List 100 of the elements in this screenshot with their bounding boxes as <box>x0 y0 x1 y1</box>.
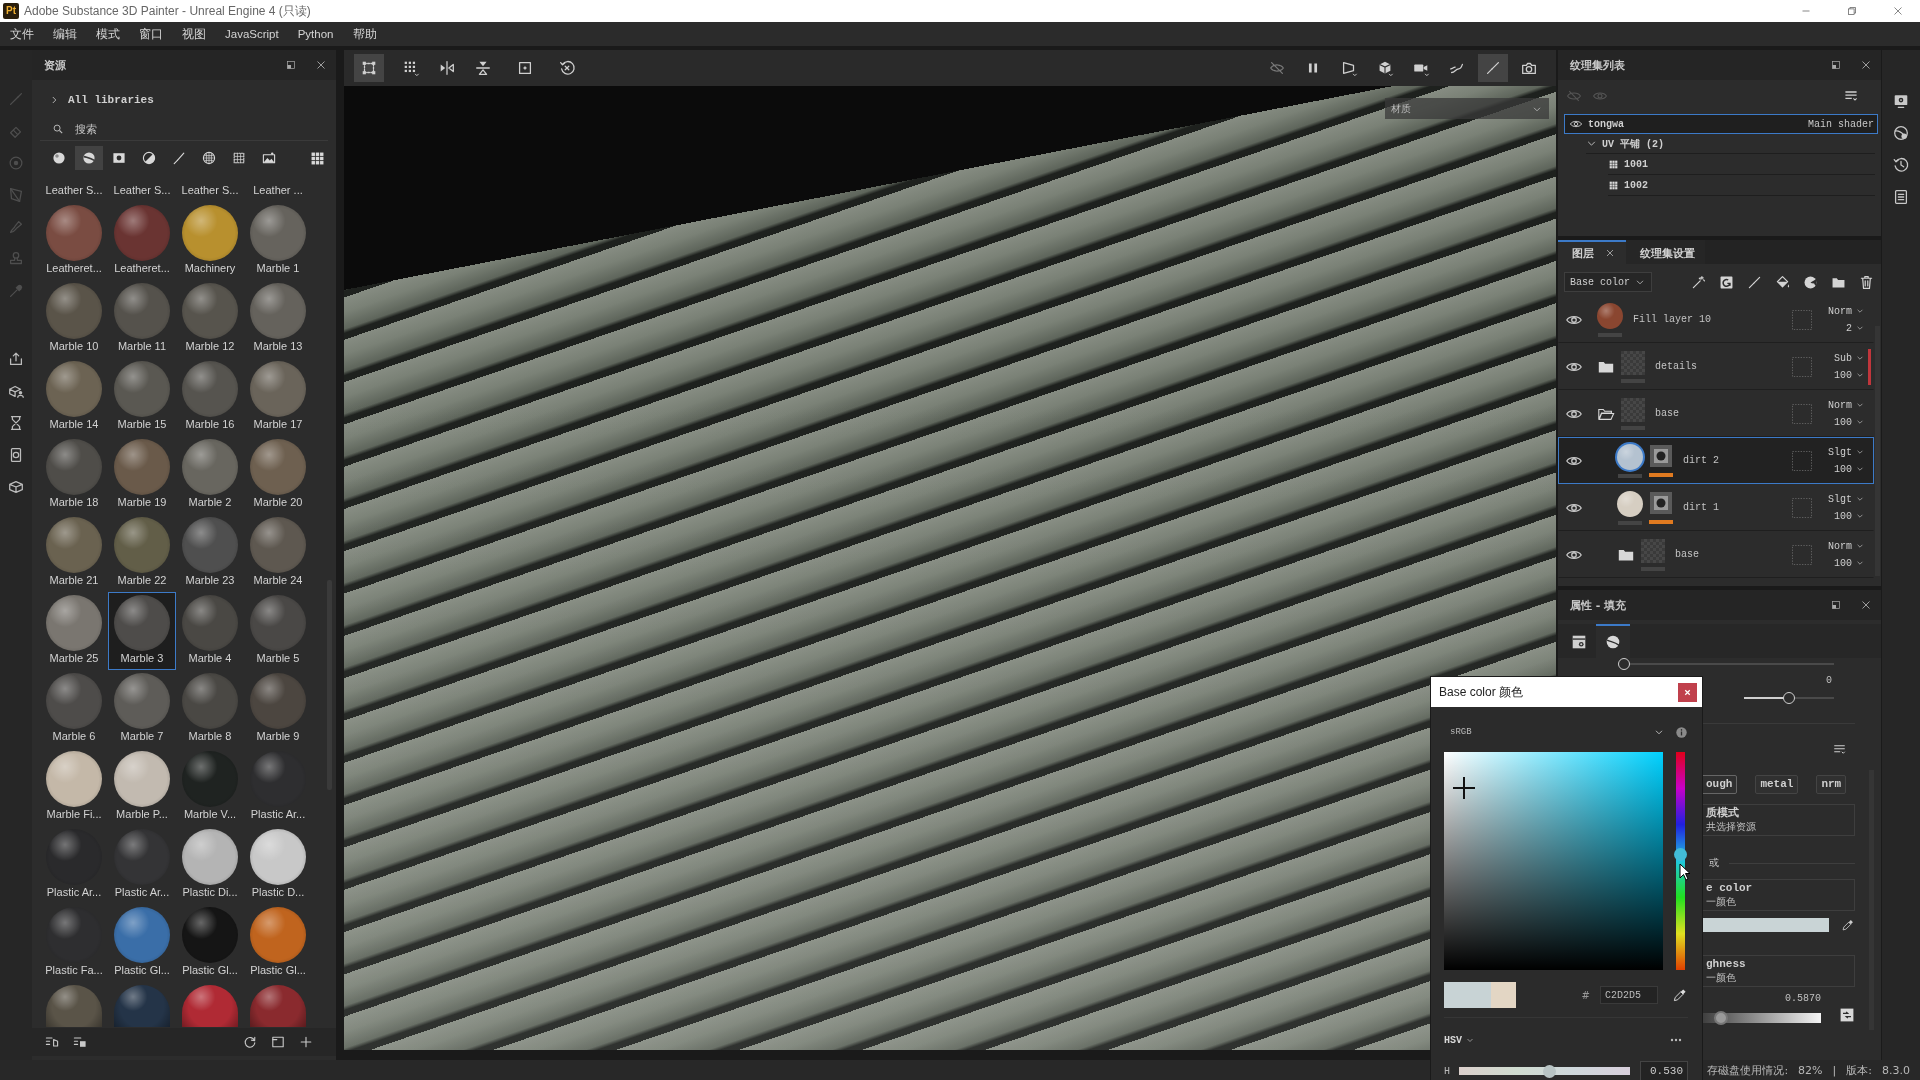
opacity-dropdown[interactable]: 100 <box>1834 557 1864 569</box>
color-swatch[interactable] <box>1701 918 1829 932</box>
material-tile[interactable]: Marble 7 <box>108 670 176 748</box>
material-tile[interactable]: Plastic Ar... <box>40 826 108 904</box>
color-space-dropdown[interactable]: sRGB <box>1444 726 1665 738</box>
material-tile[interactable]: Plastic Ar... <box>244 748 312 826</box>
crosshair-icon[interactable] <box>1452 776 1475 799</box>
opacity-dropdown[interactable]: 2 <box>1846 322 1864 334</box>
material-tile[interactable]: Marble 24 <box>244 514 312 592</box>
uv-group-label[interactable]: UV 平铺 (2) <box>1602 136 1664 151</box>
material-tile[interactable]: Plastic Gl... <box>108 904 176 982</box>
slider-thumb[interactable] <box>1543 1064 1557 1078</box>
layer-row[interactable]: dirt 2 Slgt 100 <box>1558 437 1874 484</box>
blend-mode-dropdown[interactable]: Norm <box>1828 540 1864 552</box>
blend-mode-dropdown[interactable]: Sub <box>1834 352 1864 364</box>
material-tile[interactable]: Marble 11 <box>108 280 176 358</box>
material-tile[interactable]: Marble 12 <box>176 280 244 358</box>
blend-mode-dropdown[interactable]: Slgt <box>1828 493 1864 505</box>
toolbar-button[interactable] <box>354 54 384 82</box>
more-icon[interactable] <box>1668 1036 1684 1044</box>
blend-mode-dropdown[interactable]: Norm <box>1828 305 1864 317</box>
slider-thumb[interactable] <box>1714 1011 1729 1025</box>
panel-tab[interactable]: 图层 <box>1558 240 1626 264</box>
material-tile[interactable]: Machinery <box>176 202 244 280</box>
list-view-icon[interactable] <box>44 1034 60 1050</box>
material-tile[interactable]: Marble 3 <box>108 592 176 670</box>
menu-item[interactable]: JavaScript <box>225 28 279 40</box>
info-icon[interactable] <box>1675 725 1688 739</box>
layer-row[interactable]: base Norm 100 <box>1558 531 1874 578</box>
float-icon[interactable] <box>1829 58 1843 72</box>
sphere-icon[interactable] <box>1617 490 1643 517</box>
material-tile[interactable]: Marble 15 <box>108 358 176 436</box>
opacity-dropdown[interactable]: 100 <box>1834 416 1864 428</box>
list-detail-icon[interactable] <box>72 1034 88 1050</box>
checker-thumbnail-icon[interactable] <box>1621 397 1645 422</box>
roughness-box[interactable]: ghness 一颜色 <box>1701 955 1855 987</box>
value-field[interactable]: 0.530 <box>1640 1061 1688 1080</box>
material-tile[interactable]: Marble 2 <box>176 436 244 514</box>
material-tile[interactable]: Marble 4 <box>176 592 244 670</box>
magic-wand-icon[interactable] <box>1690 273 1707 291</box>
search-field[interactable]: 搜索 <box>75 121 195 137</box>
properties-tab[interactable] <box>1596 624 1630 658</box>
layer-row[interactable]: dirt 1 Slgt 100 <box>1558 484 1874 531</box>
texture-set-row[interactable]: tongwa Main shader <box>1564 114 1878 134</box>
color-swatch[interactable] <box>1444 982 1491 1008</box>
plus-icon[interactable] <box>298 1034 314 1050</box>
material-tile[interactable]: Marble 16 <box>176 358 244 436</box>
material-mode-box[interactable]: 质模式 共选择资源 <box>1701 804 1855 836</box>
blend-mode-dropdown[interactable]: Slgt <box>1828 446 1864 458</box>
color-field[interactable] <box>1444 752 1663 970</box>
material-tile[interactable]: Marble 21 <box>40 514 108 592</box>
channel-button[interactable]: metal <box>1755 775 1799 794</box>
material-tile[interactable]: Leatheret... <box>40 202 108 280</box>
material-tile[interactable]: Marble 1 <box>244 202 312 280</box>
window-icon[interactable] <box>270 1034 286 1050</box>
material-tile[interactable]: Leather ... <box>244 180 312 202</box>
history-icon[interactable] <box>1892 156 1910 174</box>
material-tile[interactable]: Marble P... <box>108 748 176 826</box>
library-label[interactable]: All libraries <box>68 94 154 106</box>
checker-thumbnail-icon[interactable] <box>1641 538 1665 563</box>
uv-tile-label[interactable]: 1001 <box>1624 158 1648 170</box>
swap-arrows-icon[interactable] <box>1839 1007 1855 1023</box>
material-tile[interactable]: Plastic Fa... <box>40 904 108 982</box>
material-tile[interactable]: Marble 6 <box>40 670 108 748</box>
menu-item[interactable]: 模式 <box>96 26 120 42</box>
material-tile[interactable]: Marble 20 <box>244 436 312 514</box>
hue-slider[interactable] <box>1676 752 1685 970</box>
material-tile[interactable]: Marble 17 <box>244 358 312 436</box>
material-tile[interactable]: Leather S... <box>108 180 176 202</box>
color-swatch[interactable] <box>1491 982 1516 1008</box>
channel-button[interactable]: nrm <box>1816 775 1847 794</box>
channel-button[interactable]: ough <box>1701 775 1738 794</box>
material-tile[interactable]: Marble 23 <box>176 514 244 592</box>
material-tile[interactable]: Leatheret... <box>108 202 176 280</box>
material-tile[interactable]: Marble 14 <box>40 358 108 436</box>
slider-thumb[interactable] <box>1674 848 1687 862</box>
material-tile[interactable]: Marble Fi... <box>40 748 108 826</box>
material-tile[interactable]: Plastic Gl... <box>244 904 312 982</box>
material-tile[interactable]: Marble 10 <box>40 280 108 358</box>
color-mode-dropdown[interactable]: HSV <box>1444 1034 1475 1046</box>
float-icon[interactable] <box>284 58 298 72</box>
opacity-dropdown[interactable]: 100 <box>1834 369 1864 381</box>
material-tile[interactable]: Marble V... <box>176 748 244 826</box>
opacity-dropdown[interactable]: 100 <box>1834 463 1864 475</box>
close-icon[interactable] <box>1604 247 1616 259</box>
scrollbar[interactable] <box>1875 326 1880 576</box>
list-dropdown-icon[interactable] <box>1832 742 1847 757</box>
menu-item[interactable]: Python <box>297 28 334 40</box>
checker-thumbnail-icon[interactable] <box>1621 350 1645 375</box>
menu-item[interactable]: 视图 <box>182 26 206 42</box>
material-tile[interactable]: Plastic Di... <box>176 826 244 904</box>
float-icon[interactable] <box>1829 598 1843 612</box>
upload-icon[interactable] <box>7 350 25 368</box>
material-tile[interactable]: Marble 5 <box>244 592 312 670</box>
material-tile[interactable]: Marble 8 <box>176 670 244 748</box>
material-tile[interactable]: Plastic Gl... <box>176 904 244 982</box>
mask-thumbnail-icon[interactable] <box>1650 444 1672 467</box>
material-tile[interactable]: Marble 13 <box>244 280 312 358</box>
eyedropper-icon[interactable] <box>1672 987 1688 1003</box>
sphere-icon[interactable] <box>1617 443 1643 470</box>
